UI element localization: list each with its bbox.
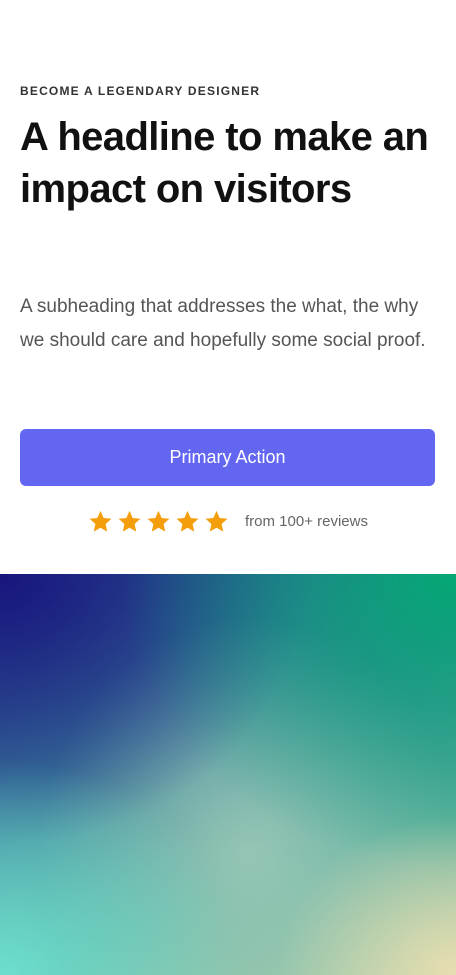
page: BECOME A LEGENDARY DESIGNER A headline t…: [0, 0, 456, 975]
star-icon: [147, 510, 170, 532]
star-icon: [89, 510, 112, 532]
star-icon: [176, 510, 199, 532]
rating: from 100+ reviews: [0, 505, 456, 537]
headline: A headline to make an impact on visitors: [20, 115, 429, 211]
review-count: from 100+ reviews: [245, 512, 368, 530]
star-icon: [118, 510, 141, 532]
primary-action-button[interactable]: Primary Action: [20, 429, 435, 486]
hero-section: BECOME A LEGENDARY DESIGNER A headline t…: [0, 0, 456, 574]
star-icon: [205, 510, 228, 532]
hero-gradient-image: [0, 574, 456, 975]
eyebrow-text: BECOME A LEGENDARY DESIGNER: [20, 84, 261, 98]
star-rating: [88, 509, 229, 534]
subheading: A subheading that addresses the what, th…: [20, 296, 426, 351]
